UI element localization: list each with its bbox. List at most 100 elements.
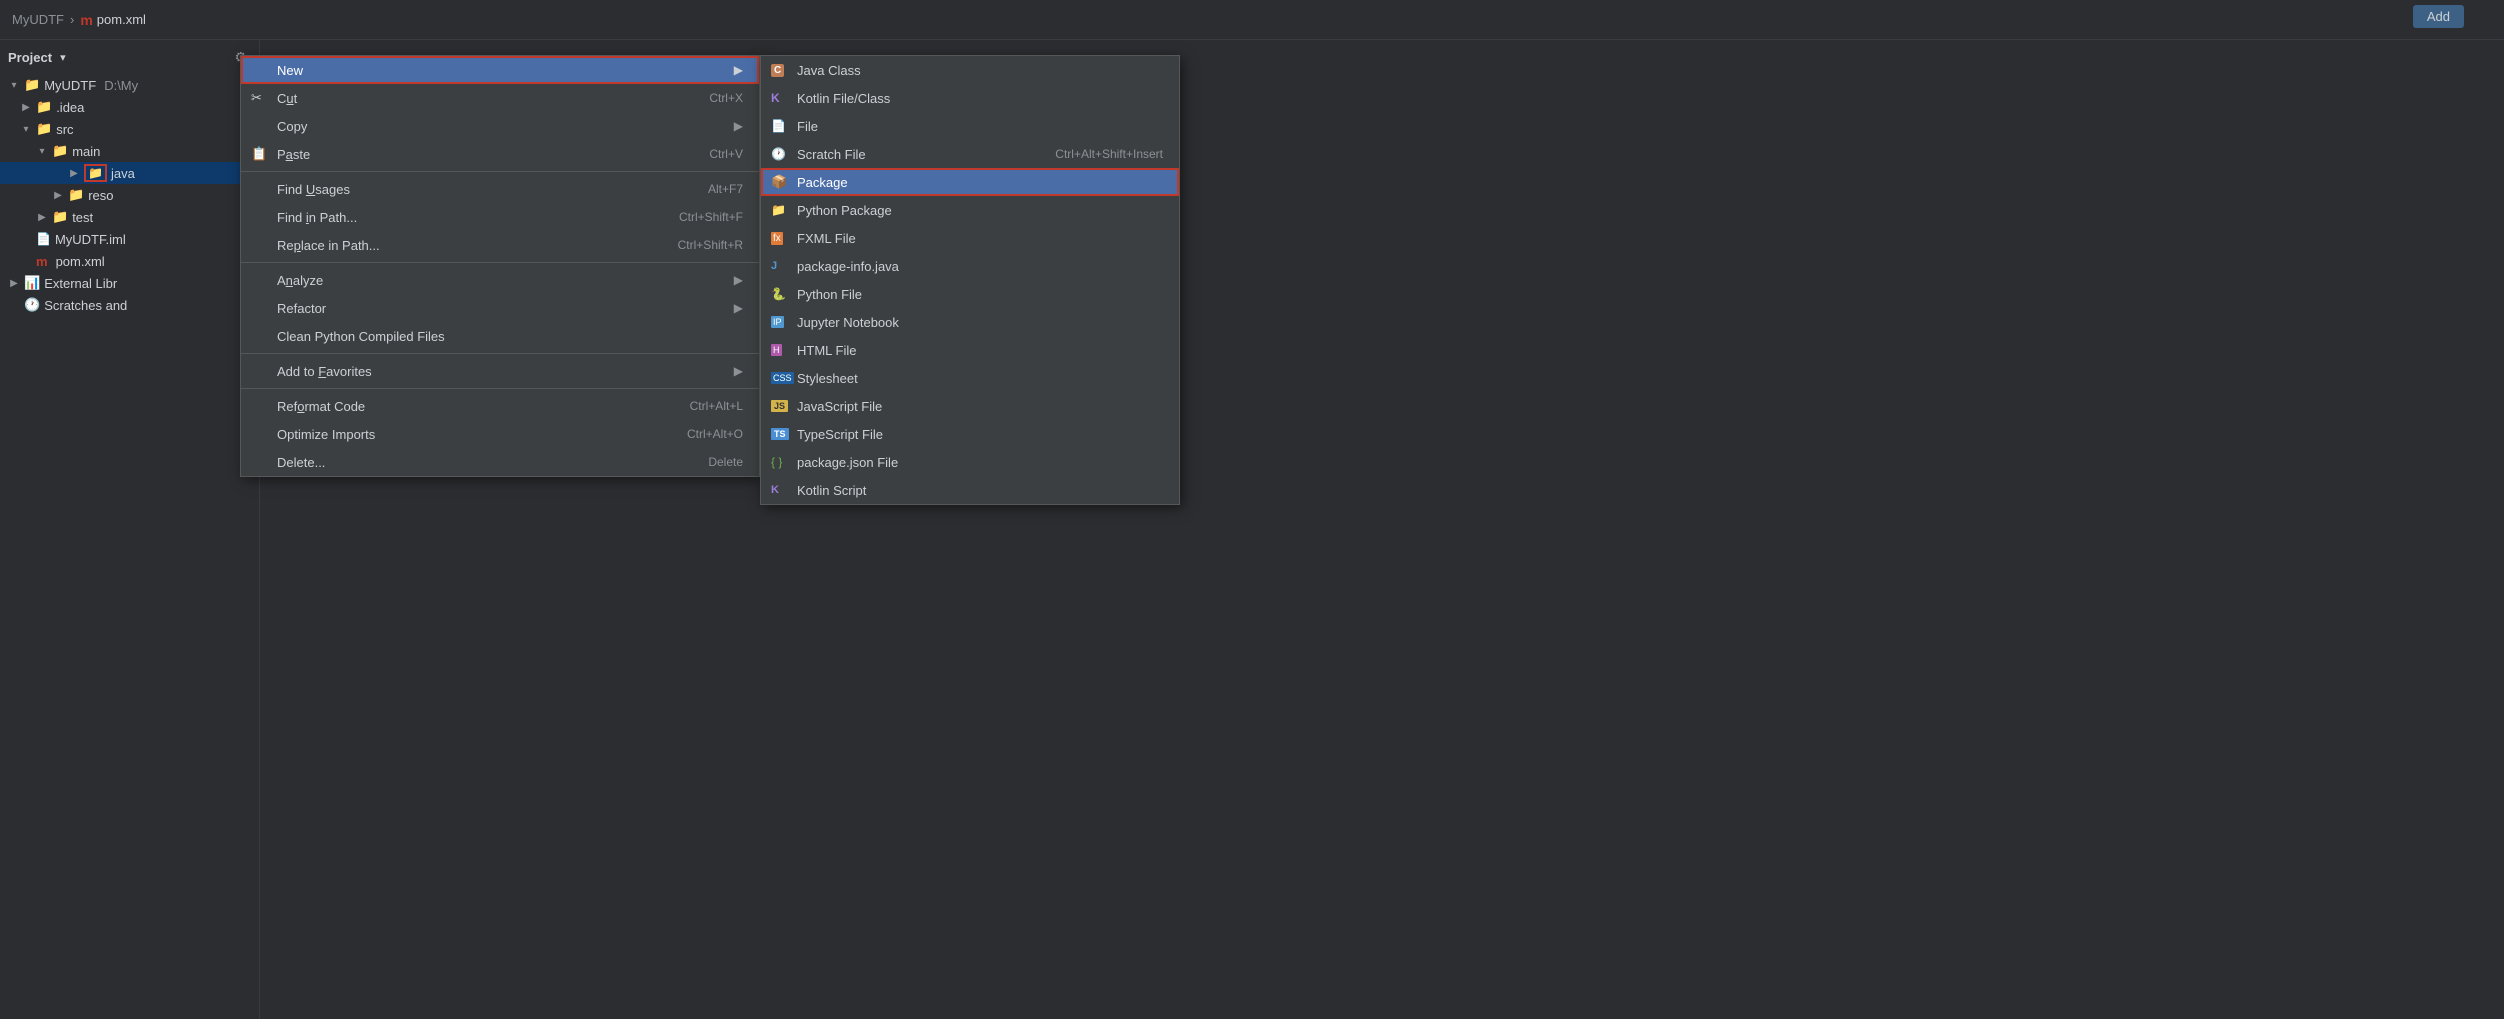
submenu-item-json[interactable]: { } package.json File bbox=[761, 448, 1179, 476]
package-icon: 📦 bbox=[771, 174, 787, 190]
submenu-label: Jupyter Notebook bbox=[797, 315, 1163, 330]
submenu-label: Kotlin Script bbox=[797, 483, 1163, 498]
tree-item-idea[interactable]: ▶ 📁 .idea bbox=[0, 96, 259, 118]
python-icon: 🐍 bbox=[771, 287, 786, 301]
context-menu: New ▶ ✂ Cut Ctrl+X Copy ▶ 📋 Paste Ctrl+V… bbox=[240, 55, 760, 477]
tree-label: src bbox=[56, 122, 73, 137]
arrow-icon: ▶ bbox=[734, 273, 743, 287]
submenu-label: FXML File bbox=[797, 231, 1163, 246]
expand-arrow: ▶ bbox=[8, 278, 20, 289]
submenu-item-kotlin-script[interactable]: K Kotlin Script bbox=[761, 476, 1179, 504]
folder-icon: 📁 bbox=[36, 121, 52, 137]
expand-arrow: ▶ bbox=[52, 190, 64, 201]
paste-icon: 📋 bbox=[251, 146, 267, 162]
submenu-label: JavaScript File bbox=[797, 399, 1163, 414]
submenu-label: package-info.java bbox=[797, 259, 1163, 274]
tree-label: reso bbox=[88, 188, 113, 203]
menu-item-label: Copy bbox=[277, 119, 726, 134]
submenu-item-kotlin[interactable]: K Kotlin File/Class bbox=[761, 84, 1179, 112]
tree-item-reso[interactable]: ▶ 📁 reso bbox=[0, 184, 259, 206]
add-button[interactable]: Add bbox=[2413, 5, 2464, 28]
kotlin-icon: K bbox=[771, 91, 780, 105]
submenu-label: Scratch File bbox=[797, 147, 1055, 162]
submenu-item-jupyter[interactable]: IP Jupyter Notebook bbox=[761, 308, 1179, 336]
shortcut-paste: Ctrl+V bbox=[709, 147, 743, 161]
tree-item-pom[interactable]: ▶ m pom.xml bbox=[0, 250, 259, 272]
tree-item-java[interactable]: ▶ 📁 java bbox=[0, 162, 259, 184]
submenu-item-ts[interactable]: TS TypeScript File bbox=[761, 420, 1179, 448]
tree-item-external-libs[interactable]: ▶ 📊 External Libr bbox=[0, 272, 259, 294]
menu-item-paste[interactable]: 📋 Paste Ctrl+V bbox=[241, 140, 759, 168]
submenu-label: Stylesheet bbox=[797, 371, 1163, 386]
folder-icon: 📁 bbox=[52, 209, 68, 225]
css-icon: CSS bbox=[771, 372, 794, 384]
breadcrumb-project[interactable]: MyUDTF bbox=[12, 12, 64, 27]
submenu-item-package[interactable]: 📦 Package bbox=[761, 168, 1179, 196]
expand-arrow: ▾ bbox=[20, 124, 32, 135]
tree-item-main[interactable]: ▾ 📁 main bbox=[0, 140, 259, 162]
submenu-item-scratch[interactable]: 🕐 Scratch File Ctrl+Alt+Shift+Insert bbox=[761, 140, 1179, 168]
menu-item-refactor[interactable]: Refactor ▶ bbox=[241, 294, 759, 322]
submenu-item-css[interactable]: CSS Stylesheet bbox=[761, 364, 1179, 392]
menu-item-copy[interactable]: Copy ▶ bbox=[241, 112, 759, 140]
breadcrumb-separator: › bbox=[70, 12, 74, 27]
tree-label: pom.xml bbox=[56, 254, 105, 269]
tree-item-test[interactable]: ▶ 📁 test bbox=[0, 206, 259, 228]
fxml-icon: fx bbox=[771, 232, 783, 245]
sidebar-dropdown[interactable]: ▾ bbox=[60, 51, 66, 64]
submenu-item-js[interactable]: JS JavaScript File bbox=[761, 392, 1179, 420]
menu-item-label: Refactor bbox=[277, 301, 726, 316]
menu-item-delete[interactable]: Delete... Delete bbox=[241, 448, 759, 476]
menu-item-label: Cut bbox=[277, 91, 709, 106]
menu-item-label: Find Usages bbox=[277, 182, 708, 197]
tree-label: External Libr bbox=[44, 276, 117, 291]
js-icon: JS bbox=[771, 400, 788, 412]
submenu-item-file[interactable]: 📄 File bbox=[761, 112, 1179, 140]
menu-item-cut[interactable]: ✂ Cut Ctrl+X bbox=[241, 84, 759, 112]
menu-item-label: Delete... bbox=[277, 455, 708, 470]
tree-item-src[interactable]: ▾ 📁 src bbox=[0, 118, 259, 140]
submenu-label: Package bbox=[797, 175, 1163, 190]
submenu-item-html[interactable]: H HTML File bbox=[761, 336, 1179, 364]
menu-item-find-usages[interactable]: Find Usages Alt+F7 bbox=[241, 175, 759, 203]
menu-item-clean-python[interactable]: Clean Python Compiled Files bbox=[241, 322, 759, 350]
menu-item-replace-in-path[interactable]: Replace in Path... Ctrl+Shift+R bbox=[241, 231, 759, 259]
menu-item-optimize-imports[interactable]: Optimize Imports Ctrl+Alt+O bbox=[241, 420, 759, 448]
tree-item-scratches[interactable]: ▶ 🕐 Scratches and bbox=[0, 294, 259, 316]
submenu-item-fxml[interactable]: fx FXML File bbox=[761, 224, 1179, 252]
menu-item-reformat[interactable]: Reformat Code Ctrl+Alt+L bbox=[241, 392, 759, 420]
menu-item-label: Replace in Path... bbox=[277, 238, 678, 253]
submenu-item-java-class[interactable]: C Java Class bbox=[761, 56, 1179, 84]
sidebar-title: Project bbox=[8, 50, 52, 65]
file-icon: 📄 bbox=[771, 119, 786, 133]
tree-item-myudtf[interactable]: ▾ 📁 MyUDTF D:\My bbox=[0, 74, 259, 96]
scratch-icon: 🕐 bbox=[24, 297, 40, 313]
submenu-label: HTML File bbox=[797, 343, 1163, 358]
menu-item-new[interactable]: New ▶ bbox=[241, 56, 759, 84]
menu-item-find-in-path[interactable]: Find in Path... Ctrl+Shift+F bbox=[241, 203, 759, 231]
tree-label: test bbox=[72, 210, 93, 225]
submenu-item-python[interactable]: 🐍 Python File bbox=[761, 280, 1179, 308]
submenu-label: Kotlin File/Class bbox=[797, 91, 1163, 106]
tree-label: MyUDTF bbox=[44, 78, 96, 93]
tree-path: D:\My bbox=[104, 78, 138, 93]
tree-label: main bbox=[72, 144, 100, 159]
menu-item-analyze[interactable]: Analyze ▶ bbox=[241, 266, 759, 294]
tree-label: java bbox=[111, 166, 135, 181]
scratch-icon: 🕐 bbox=[771, 147, 786, 161]
menu-item-add-favorites[interactable]: Add to Favorites ▶ bbox=[241, 357, 759, 385]
menu-item-label: Find in Path... bbox=[277, 210, 679, 225]
iml-icon: 📄 bbox=[36, 232, 51, 246]
separator bbox=[241, 353, 759, 354]
breadcrumb-file[interactable]: pom.xml bbox=[97, 12, 146, 27]
submenu-item-package-info[interactable]: J package-info.java bbox=[761, 252, 1179, 280]
tree-item-myudtf-iml[interactable]: ▶ 📄 MyUDTF.iml bbox=[0, 228, 259, 250]
shortcut-find-path: Ctrl+Shift+F bbox=[679, 210, 743, 224]
submenu-label: File bbox=[797, 119, 1163, 134]
menu-item-label: Add to Favorites bbox=[277, 364, 726, 379]
shortcut-optimize: Ctrl+Alt+O bbox=[687, 427, 743, 441]
java-folder-icon: 📁 bbox=[84, 164, 107, 182]
menu-item-label: New bbox=[277, 63, 734, 78]
folder-icon: 📁 bbox=[36, 99, 52, 115]
submenu-item-python-pkg[interactable]: 📁 Python Package bbox=[761, 196, 1179, 224]
